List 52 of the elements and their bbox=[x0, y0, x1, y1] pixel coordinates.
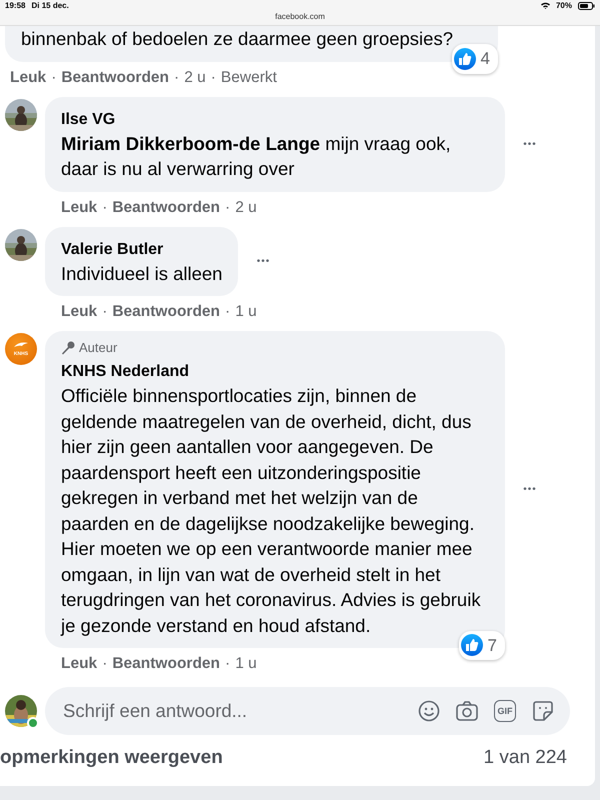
action-link[interactable]: Leuk bbox=[61, 301, 98, 323]
comment-text: binnenbak of bedoelen ze daarmee geen groepsies? bbox=[21, 27, 454, 51]
meta-text: Bewerkt bbox=[220, 68, 277, 88]
address-url[interactable]: facebook.com bbox=[275, 12, 325, 21]
action-link[interactable]: Leuk bbox=[61, 653, 98, 675]
separator-dot: · bbox=[225, 198, 230, 218]
separator-dot: · bbox=[225, 302, 230, 322]
more-options-icon[interactable]: ••• bbox=[248, 256, 278, 267]
emoji-icon[interactable] bbox=[418, 700, 440, 722]
reaction-count: 7 bbox=[488, 634, 497, 656]
comment-author[interactable]: Valerie Butler bbox=[61, 238, 164, 260]
comment-count: 1 van 224 bbox=[484, 747, 567, 769]
reaction-badge[interactable]: 4 bbox=[452, 44, 498, 74]
meta-text: 1 u bbox=[235, 302, 257, 322]
status-time: 19:58 bbox=[5, 1, 26, 10]
camera-icon[interactable] bbox=[456, 701, 478, 721]
action-link[interactable]: Leuk bbox=[10, 66, 46, 88]
author-label: Auteur bbox=[79, 339, 118, 357]
gif-icon[interactable]: GIF bbox=[494, 700, 516, 722]
meta-text: 1 u bbox=[235, 654, 257, 674]
action-link[interactable]: Leuk bbox=[61, 196, 98, 218]
more-options-icon[interactable]: ••• bbox=[515, 138, 545, 150]
wifi-icon bbox=[540, 2, 550, 9]
more-options-icon[interactable]: ••• bbox=[515, 484, 545, 495]
status-date: Di 15 dec. bbox=[31, 1, 69, 10]
action-link[interactable]: Beantwoorden bbox=[112, 301, 220, 323]
sticker-icon[interactable] bbox=[532, 700, 554, 722]
separator-dot: · bbox=[102, 302, 108, 322]
thumbs-up-icon bbox=[454, 48, 476, 70]
thumbs-up-icon bbox=[460, 634, 483, 656]
separator-dot: · bbox=[102, 654, 108, 674]
separator-dot: · bbox=[225, 654, 230, 674]
separator-dot: · bbox=[174, 68, 180, 88]
comment-text: Miriam Dikkerboom-de Lange mijn vraag ook, daar is nu al verwarring over bbox=[61, 132, 452, 181]
action-link[interactable]: Beantwoorden bbox=[61, 66, 170, 88]
battery-icon bbox=[578, 2, 595, 10]
meta-text: 2 u bbox=[235, 198, 257, 218]
action-link[interactable]: Beantwoorden bbox=[112, 196, 220, 218]
meta-text: 2 u bbox=[184, 68, 206, 88]
separator-dot: · bbox=[102, 198, 108, 218]
separator-dot: · bbox=[210, 68, 216, 88]
microphone-icon bbox=[61, 341, 75, 355]
battery-percent: 70% bbox=[556, 1, 572, 10]
view-comments-link[interactable]: opmerkingen weergeven bbox=[0, 747, 223, 769]
reaction-count: 4 bbox=[480, 48, 490, 70]
separator-dot: · bbox=[51, 68, 56, 88]
action-link[interactable]: Beantwoorden bbox=[112, 653, 220, 675]
reaction-badge[interactable]: 7 bbox=[458, 630, 505, 660]
reply-field[interactable]: Schrijf een antwoord... GIF bbox=[45, 687, 570, 735]
comment-author[interactable]: KNHS Nederland bbox=[61, 361, 190, 383]
comment-text: Individueel is alleen bbox=[61, 262, 222, 286]
comment-author[interactable]: Ilse VG bbox=[61, 108, 116, 130]
